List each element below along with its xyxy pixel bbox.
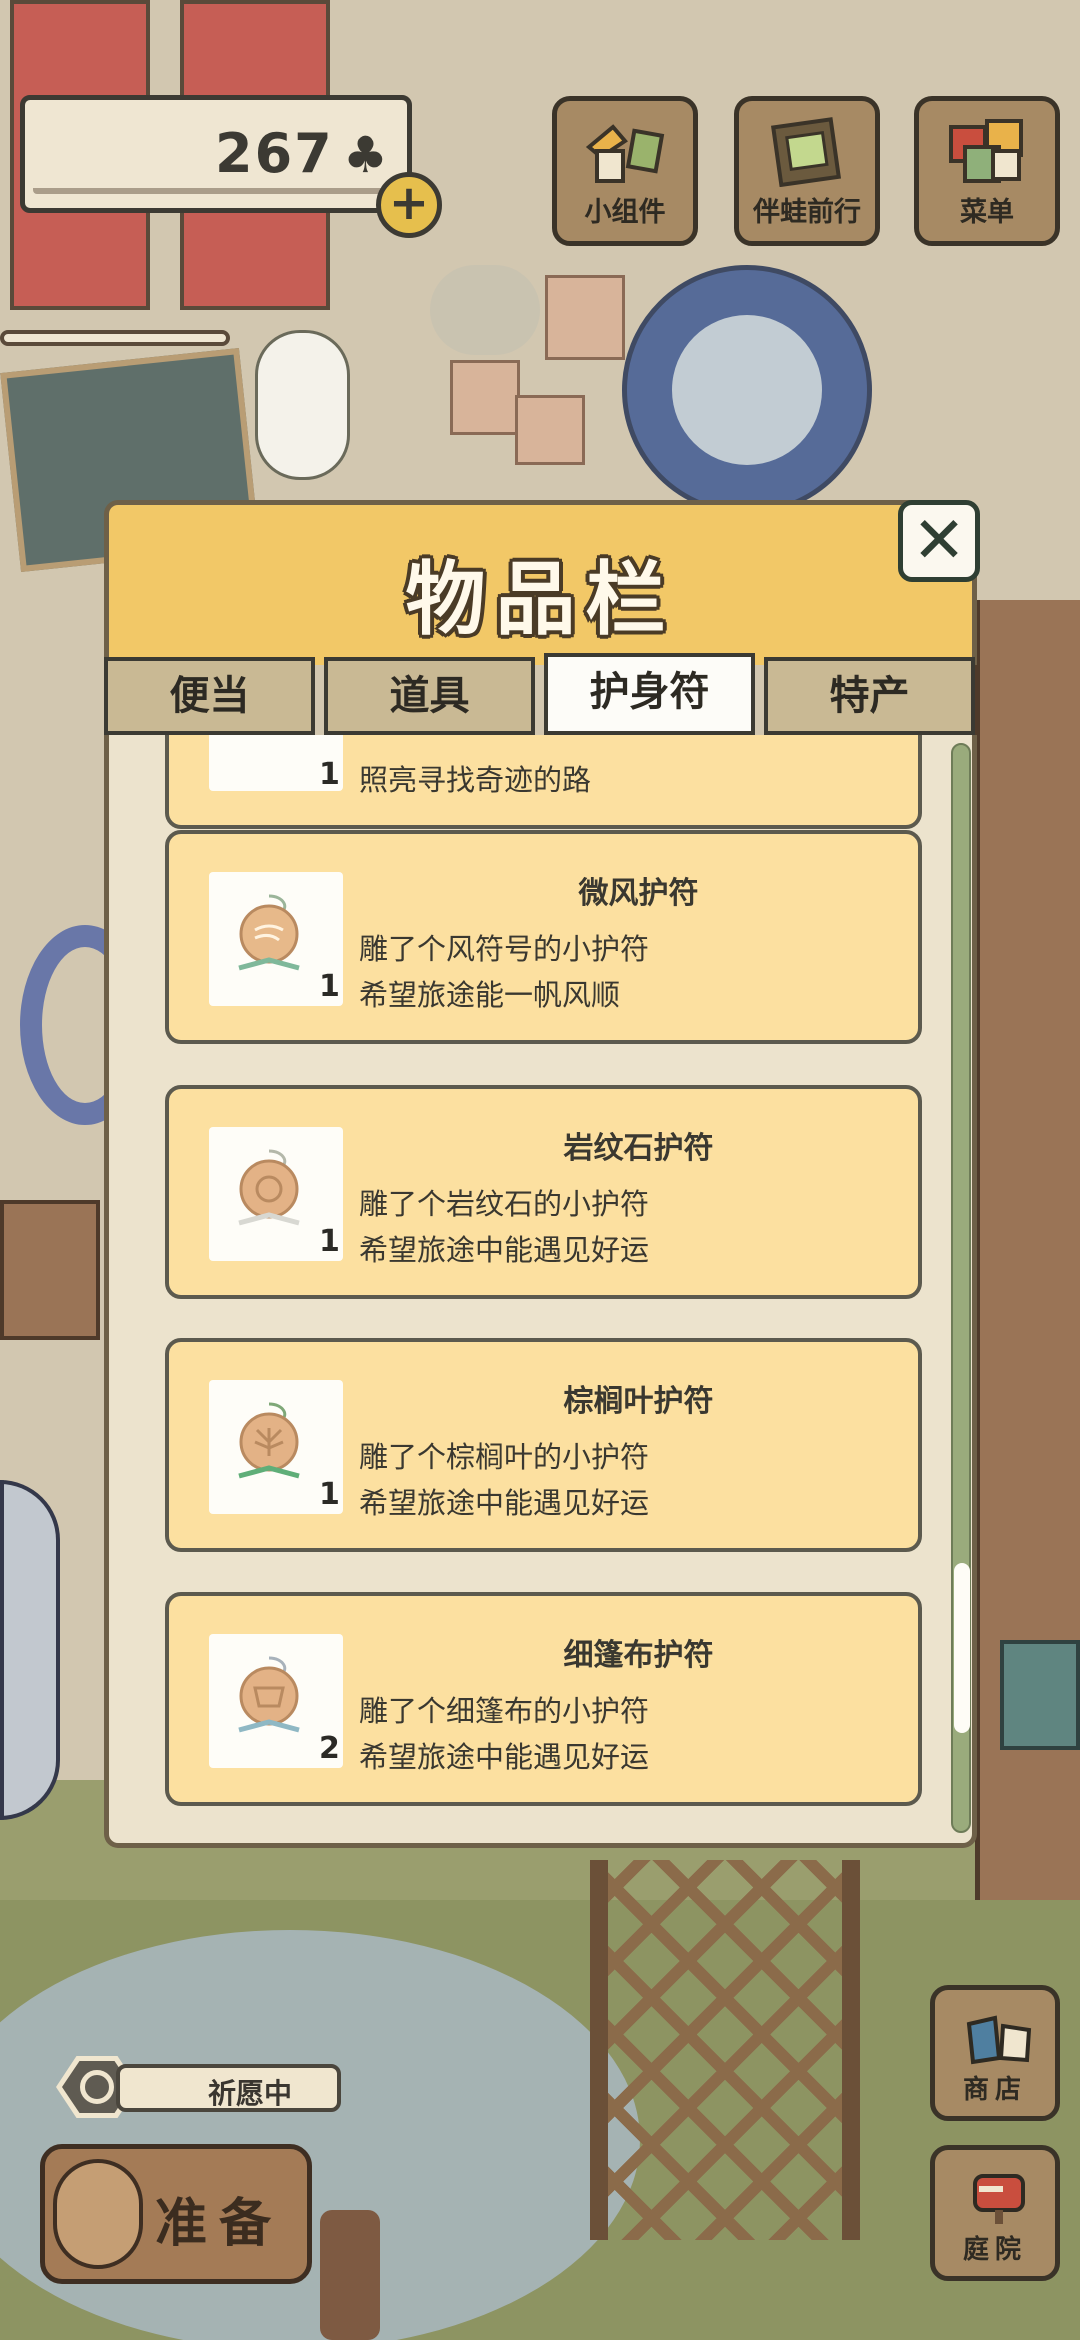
- inventory-list-panel: 1 照亮寻找奇迹的路 1 微风护符 雕了个风符号的小护符 希望旅途能一帆风顺 1…: [104, 735, 977, 1848]
- item-description-line2: 希望旅途中能遇见好运: [359, 1740, 650, 1774]
- album-button[interactable]: 伴蛙前行: [734, 96, 880, 246]
- wish-ring-icon: [80, 2070, 114, 2104]
- item-description-line1: 雕了个棕榈叶的小护符: [359, 1440, 650, 1474]
- item-count: 1: [319, 969, 340, 1004]
- close-icon: ✕: [912, 504, 966, 578]
- palm-leaf-charm-icon: [238, 1402, 300, 1479]
- item-description-line2: 希望旅途中能遇见好运: [359, 1233, 650, 1267]
- porthole-window: [622, 265, 872, 515]
- plus-icon: +: [388, 175, 430, 231]
- boat: [0, 1480, 60, 1820]
- prepare-button[interactable]: 准备: [40, 2144, 312, 2284]
- add-clover-button[interactable]: +: [376, 172, 442, 238]
- shop-label: 商店: [962, 2075, 1027, 2105]
- log-end-icon: [53, 2159, 143, 2269]
- item-count: 1: [319, 1224, 340, 1259]
- menu-icon: [949, 119, 1023, 183]
- widget-button-label: 小组件: [584, 197, 666, 228]
- canvas-charm-icon: [238, 1656, 300, 1733]
- clover-count: 267: [215, 122, 334, 185]
- item-name: 细篷布护符: [563, 1638, 714, 1673]
- mailbox-icon: [973, 2174, 1025, 2224]
- list-item[interactable]: 1 照亮寻找奇迹的路: [165, 735, 922, 829]
- yard-label: 庭院: [962, 2235, 1027, 2265]
- clover-icon: ♣: [343, 126, 388, 184]
- item-description-line2: 希望旅途中能遇见好运: [359, 1486, 650, 1520]
- item-name: 微风护符: [578, 876, 699, 911]
- item-description-line1: 雕了个岩纹石的小护符: [359, 1187, 650, 1221]
- widget-button[interactable]: 小组件: [552, 96, 698, 246]
- list-item[interactable]: 1 岩纹石护符 雕了个岩纹石的小护符 希望旅途中能遇见好运: [165, 1085, 922, 1299]
- wish-label: 祈愿中: [208, 2077, 293, 2110]
- tree-stump: [320, 2210, 380, 2340]
- item-count: 1: [319, 1477, 340, 1512]
- tab-bento[interactable]: 便当: [104, 657, 315, 735]
- menu-button-label: 菜单: [960, 197, 1014, 228]
- menu-button[interactable]: 菜单: [914, 96, 1060, 246]
- item-description-line2: 照亮寻找奇迹的路: [359, 763, 592, 797]
- item-name: 棕榈叶护符: [563, 1384, 714, 1419]
- wooden-fence: [590, 1860, 860, 2240]
- inventory-tabs: 便当 道具 护身符 特产: [104, 653, 977, 735]
- tab-tools[interactable]: 道具: [324, 657, 535, 735]
- list-item[interactable]: 1 微风护符 雕了个风符号的小护符 希望旅途能一帆风顺: [165, 830, 922, 1044]
- rock-charm-icon: [238, 1149, 300, 1226]
- clover-counter: 267 ♣: [20, 95, 412, 213]
- scrollbar-thumb[interactable]: [954, 1563, 970, 1733]
- pinned-note: [515, 395, 585, 465]
- shop-button[interactable]: 商店: [930, 1985, 1060, 2121]
- dialog-title: 物品栏: [405, 553, 676, 646]
- item-list[interactable]: 1 照亮寻找奇迹的路 1 微风护符 雕了个风符号的小护符 希望旅途能一帆风顺 1…: [109, 735, 949, 1835]
- shop-bag-icon: [966, 2015, 1032, 2065]
- item-description-line1: 雕了个风符号的小护符: [359, 932, 650, 966]
- item-count: 2: [319, 1731, 340, 1766]
- item-name: 岩纹石护符: [563, 1131, 714, 1166]
- list-item[interactable]: 2 细篷布护符 雕了个细篷布的小护符 希望旅途中能遇见好运: [165, 1592, 922, 1806]
- wish-status[interactable]: 祈愿中: [56, 2056, 341, 2118]
- prepare-label: 准备: [155, 2194, 284, 2254]
- item-description-line2: 希望旅途能一帆风顺: [359, 978, 621, 1012]
- item-description-line1: 雕了个细篷布的小护符: [359, 1694, 650, 1728]
- pinned-note: [545, 275, 625, 360]
- mailbox: [1000, 1640, 1080, 1750]
- curtain-rod: [0, 330, 230, 346]
- side-table: [0, 1200, 100, 1340]
- dialog-header: 物品栏: [104, 500, 977, 665]
- item-count: 1: [319, 757, 340, 792]
- tab-specialties[interactable]: 特产: [764, 657, 975, 735]
- wall-clover-decor: [430, 265, 540, 355]
- pinned-note: [450, 360, 520, 435]
- album-button-label: 伴蛙前行: [753, 197, 861, 228]
- close-button[interactable]: ✕: [898, 500, 980, 582]
- breeze-charm-icon: [238, 894, 300, 971]
- album-icon: [770, 117, 842, 187]
- tab-charms[interactable]: 护身符: [544, 653, 755, 735]
- flower-vase: [255, 330, 350, 480]
- widget-icon: [585, 124, 665, 183]
- list-item[interactable]: 1 棕榈叶护符 雕了个棕榈叶的小护符 希望旅途中能遇见好运: [165, 1338, 922, 1552]
- yard-button[interactable]: 庭院: [930, 2145, 1060, 2281]
